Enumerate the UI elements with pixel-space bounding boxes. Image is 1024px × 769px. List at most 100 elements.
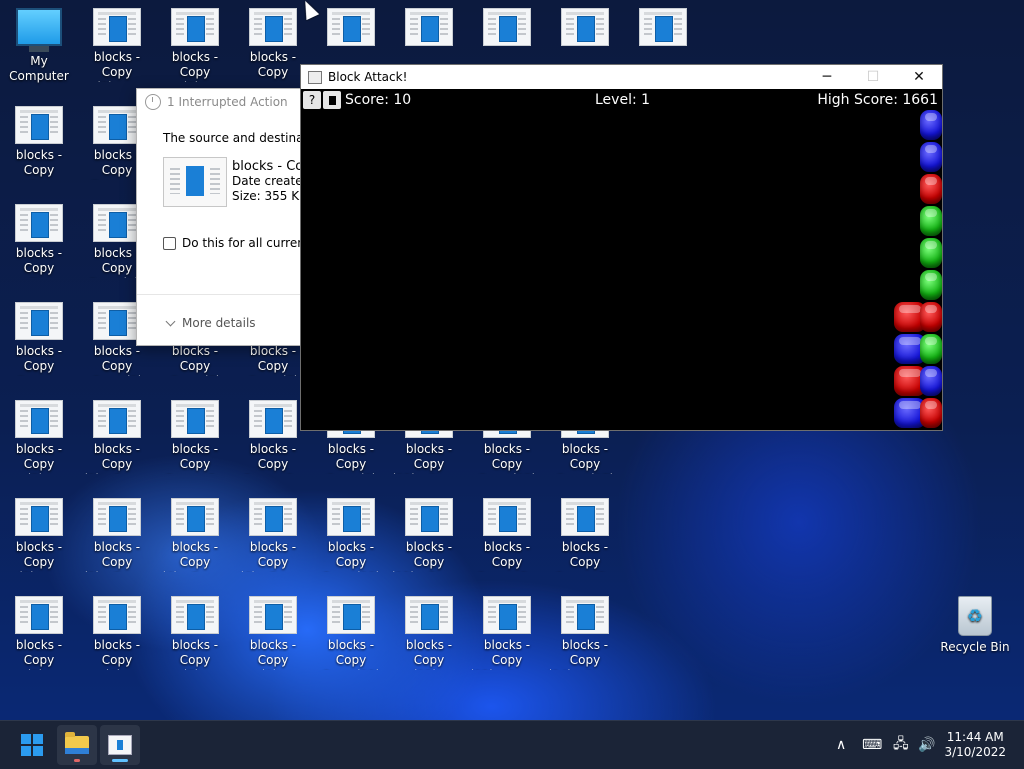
game-hud: ? Score: 10 Level: 1 High Score: 1661 (301, 90, 942, 110)
desktop-file-icon[interactable]: blocks - Copy (11) - Copy... (390, 490, 468, 586)
dialog-title: 1 Interrupted Action (167, 95, 288, 109)
desktop-file-icon[interactable]: blocks - Copy - Copy - Co... (468, 490, 546, 586)
exe-file-icon (405, 596, 453, 634)
desktop-icon-label: blocks - Copy - Copy (11) - ... (313, 638, 388, 670)
exe-file-icon (483, 498, 531, 536)
desktop-file-icon[interactable]: blocks - Copy (9) - Copy.exe (234, 588, 312, 684)
exe-file-icon (171, 8, 219, 46)
red-block[interactable] (920, 398, 942, 428)
my-computer-icon[interactable]: My Computer (0, 0, 78, 96)
green-block[interactable] (920, 206, 942, 236)
app-window-icon (108, 735, 132, 755)
desktop-file-icon[interactable]: blocks - Copy (14) - Copy - ... (546, 588, 624, 684)
desktop-file-icon[interactable]: blocks - Copy (4) - Copy.exe (78, 588, 156, 684)
desktop-file-icon[interactable]: blocks - Copy (3).exe (78, 0, 156, 96)
taskbar-clock[interactable]: 11:44 AM 3/10/2022 (944, 730, 1006, 760)
desktop-icon-label: My Computer (9, 54, 69, 83)
desktop-file-icon[interactable]: blocks - Copy - Copy (11) - ... (312, 588, 390, 684)
dialog-message: The source and destination (163, 131, 308, 145)
desktop-file-icon[interactable]: blocks - Copy (3) - Copy - ... (78, 490, 156, 586)
red-block[interactable] (920, 302, 942, 332)
blue-block[interactable] (920, 110, 942, 140)
blue-block[interactable] (920, 366, 942, 396)
desktop-icon-label: blocks - Copy - Copy (2).exe (15, 148, 63, 180)
desktop-file-icon[interactable]: blocks - Copy (6) - Copy - ... (234, 490, 312, 586)
desktop-icon-label: Recycle Bin (940, 640, 1010, 654)
volume-icon[interactable]: 🔊 (918, 721, 935, 769)
desktop-file-icon[interactable]: blocks - Copy - Copy - Co... (156, 392, 234, 488)
exe-file-icon (249, 400, 297, 438)
desktop-file-icon[interactable]: blocks - Copy (2) - Copy - ... (78, 392, 156, 488)
checkbox-box[interactable] (163, 236, 176, 250)
chevron-down-icon (165, 316, 176, 326)
close-button[interactable]: ✕ (896, 65, 942, 89)
desktop-file-icon[interactable]: blocks - Copy (12) - Copy.... (390, 588, 468, 684)
taskbar-file-explorer[interactable] (57, 725, 97, 765)
desktop-icon-label: blocks - Copy (2) - Copy.exe (15, 442, 63, 474)
game-title-bar[interactable]: Block Attack! ─ ☐ ✕ (301, 65, 942, 89)
interrupted-action-dialog: 1 Interrupted Action The source and dest… (136, 88, 308, 346)
windows-logo-icon (21, 734, 43, 756)
desktop-file-icon[interactable]: blocks - Copy - Copy (3).exe (0, 196, 78, 292)
more-details-button[interactable]: More details (165, 316, 256, 330)
stop-button[interactable] (323, 91, 341, 109)
folder-icon (65, 732, 89, 754)
start-button[interactable] (12, 725, 52, 765)
desktop-file-icon[interactable]: blocks - Copy - Copy (10) - ... (312, 490, 390, 586)
minimize-button[interactable]: ─ (804, 65, 850, 89)
blue-block[interactable] (920, 142, 942, 172)
exe-file-icon (327, 596, 375, 634)
network-icon[interactable]: 🖧 (893, 721, 909, 769)
level-display: Level: 1 (595, 92, 651, 108)
exe-file-icon (561, 8, 609, 46)
apply-all-checkbox[interactable]: Do this for all current it (163, 236, 307, 250)
exe-file-icon (639, 8, 687, 46)
recycle-bin-icon[interactable]: ♻ Recycle Bin (936, 588, 1014, 684)
green-block[interactable] (920, 334, 942, 364)
dialog-title-bar[interactable]: 1 Interrupted Action (145, 94, 288, 110)
green-block[interactable] (920, 238, 942, 268)
desktop-icon-label: blocks - Copy (12) - Copy - ... (469, 638, 544, 670)
stop-icon (328, 95, 336, 105)
green-block[interactable] (920, 270, 942, 300)
exe-file-icon (93, 302, 141, 340)
exe-file-icon (561, 498, 609, 536)
desktop-file-icon[interactable]: blocks - Copy (2) - Copy.exe (0, 392, 78, 488)
keyboard-icon[interactable]: ⌨ (862, 721, 882, 769)
desktop-icon-label: blocks - Copy - Copy (3).exe (15, 246, 63, 278)
help-button[interactable]: ? (303, 91, 321, 109)
desktop-file-icon[interactable]: blocks - Copy - Copy - Co... (546, 490, 624, 586)
exe-file-icon (483, 596, 531, 634)
maximize-button[interactable]: ☐ (850, 65, 896, 89)
show-hidden-icons-button[interactable]: ∧ (836, 721, 846, 769)
desktop-file-icon[interactable]: blocks - Copy (12) - Copy - ... (468, 588, 546, 684)
file-info: blocks - Copy Date created: Size: 355 KB (232, 159, 308, 204)
desktop-file-icon[interactable]: blocks - Copy (7) - Copy.exe (156, 588, 234, 684)
taskbar: ∧ ⌨ 🖧 🔊 11:44 AM 3/10/2022 (0, 720, 1024, 769)
exe-file-icon (249, 498, 297, 536)
file-name: blocks - Copy (232, 159, 307, 174)
exe-file-icon (249, 596, 297, 634)
desktop-file-icon[interactable]: blocks - Copy - Copy (2).exe (0, 98, 78, 194)
file-date-created: Date created: (232, 174, 308, 188)
desktop-icon-label: blocks - Copy (2).exe (15, 540, 63, 572)
exe-file-icon (327, 8, 375, 46)
red-block[interactable] (920, 174, 942, 204)
exe-file-icon (483, 8, 531, 46)
desktop-file-icon[interactable]: blocks - Copy (4) - Copy - ... (156, 490, 234, 586)
trash-icon: ♻ (957, 596, 993, 636)
desktop-icon-label: blocks - Copy (14) - Copy - ... (547, 638, 622, 670)
score-display: Score: 10 (345, 92, 412, 108)
desktop-icon-label: blocks - Copy (6) - Copy - ... (239, 540, 307, 572)
clock-time: 11:44 AM (946, 730, 1004, 744)
desktop-icon-label: blocks - Copy - Copy (10) - ... (313, 540, 388, 572)
exe-file-icon (93, 498, 141, 536)
desktop-file-icon[interactable]: blocks - Copy (5) - Copy.exe (156, 0, 234, 96)
desktop-file-icon[interactable]: blocks - Copy (2).exe (0, 490, 78, 586)
taskbar-block-attack[interactable] (100, 725, 140, 765)
desktop-file-icon[interactable]: blocks - Copy - Copy.exe (0, 294, 78, 390)
file-thumbnail[interactable] (163, 157, 227, 207)
exe-file-icon (15, 498, 63, 536)
desktop-file-icon[interactable]: blocks - Copy (3) - Copy.exe (0, 588, 78, 684)
desktop-icon-label: blocks - Copy - Copy.exe (8, 344, 70, 376)
